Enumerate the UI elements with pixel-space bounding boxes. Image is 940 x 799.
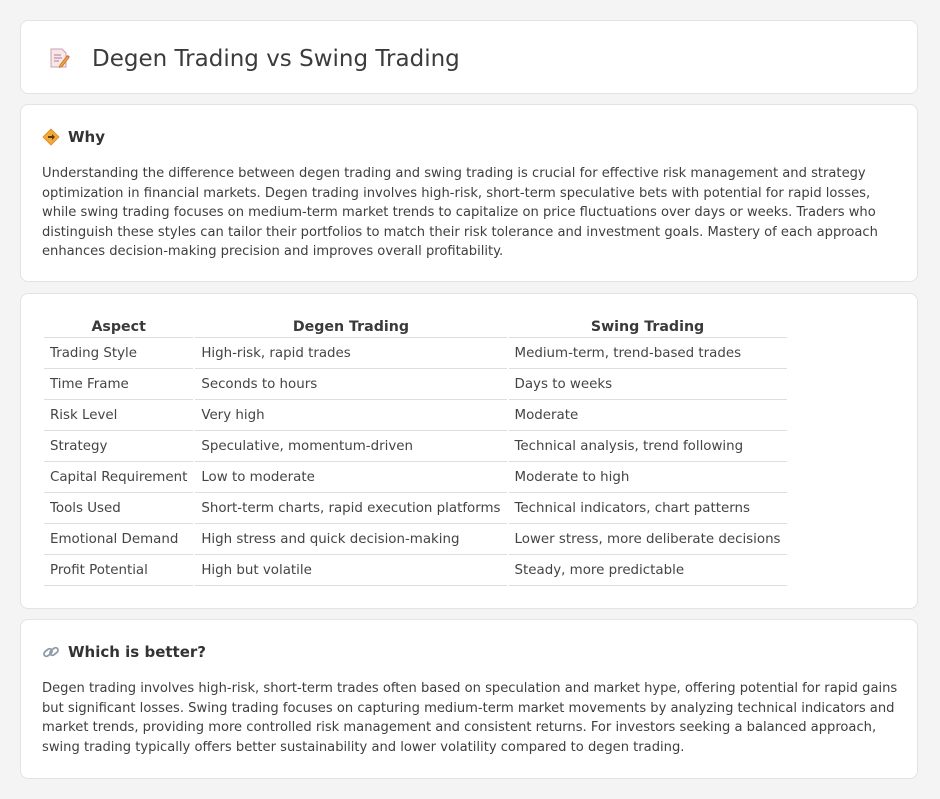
header-aspect: Aspect (44, 316, 194, 338)
cell-swing: Steady, more predictable (508, 555, 787, 586)
why-paragraph: Understanding the difference between deg… (42, 166, 878, 260)
header-degen: Degen Trading (195, 316, 507, 338)
title-card: Degen Trading vs Swing Trading (20, 20, 918, 94)
memo-pencil-icon (47, 46, 71, 70)
cell-aspect: Time Frame (44, 369, 194, 400)
table-row: Tools Used Short-term charts, rapid exec… (44, 493, 787, 524)
cell-aspect: Emotional Demand (44, 524, 194, 555)
cell-degen: Speculative, momentum-driven (195, 431, 507, 462)
cell-degen: High but volatile (195, 555, 507, 586)
warning-diamond-icon (42, 128, 60, 146)
table-header-row: Aspect Degen Trading Swing Trading (44, 316, 787, 338)
cell-swing: Medium-term, trend-based trades (508, 338, 787, 369)
cell-swing: Technical indicators, chart patterns (508, 493, 787, 524)
cell-swing: Lower stress, more deliberate decisions (508, 524, 787, 555)
comparison-section: Aspect Degen Trading Swing Trading Tradi… (20, 293, 918, 609)
why-heading: Why (42, 126, 105, 148)
table-row: Trading Style High-risk, rapid trades Me… (44, 338, 787, 369)
cell-aspect: Trading Style (44, 338, 194, 369)
cell-swing: Days to weeks (508, 369, 787, 400)
page-title: Degen Trading vs Swing Trading (92, 46, 460, 72)
table-row: Time Frame Seconds to hours Days to week… (44, 369, 787, 400)
why-heading-text: Why (68, 128, 106, 146)
cell-swing: Moderate (508, 400, 787, 431)
cell-aspect: Tools Used (44, 493, 194, 524)
cell-degen: Low to moderate (195, 462, 507, 493)
table-row: Risk Level Very high Moderate (44, 400, 787, 431)
cell-degen: Seconds to hours (195, 369, 507, 400)
better-heading: Which is better? (42, 641, 206, 663)
link-icon (42, 643, 60, 661)
better-heading-text: Which is better? (68, 643, 206, 661)
cell-degen: Very high (195, 400, 507, 431)
why-section: Why Understanding the difference between… (20, 104, 918, 282)
comparison-table: Aspect Degen Trading Swing Trading Tradi… (42, 316, 789, 586)
cell-degen: Short-term charts, rapid execution platf… (195, 493, 507, 524)
cell-degen: High stress and quick decision-making (195, 524, 507, 555)
which-is-better-section: Which is better? Degen trading involves … (20, 619, 918, 779)
cell-aspect: Strategy (44, 431, 194, 462)
table-row: Emotional Demand High stress and quick d… (44, 524, 787, 555)
cell-swing: Moderate to high (508, 462, 787, 493)
cell-aspect: Capital Requirement (44, 462, 194, 493)
cell-aspect: Risk Level (44, 400, 194, 431)
cell-aspect: Profit Potential (44, 555, 194, 586)
table-row: Profit Potential High but volatile Stead… (44, 555, 787, 586)
table-row: Capital Requirement Low to moderate Mode… (44, 462, 787, 493)
table-row: Strategy Speculative, momentum-driven Te… (44, 431, 787, 462)
cell-degen: High-risk, rapid trades (195, 338, 507, 369)
better-paragraph: Degen trading involves high-risk, short-… (42, 681, 898, 755)
header-swing: Swing Trading (508, 316, 787, 338)
cell-swing: Technical analysis, trend following (508, 431, 787, 462)
